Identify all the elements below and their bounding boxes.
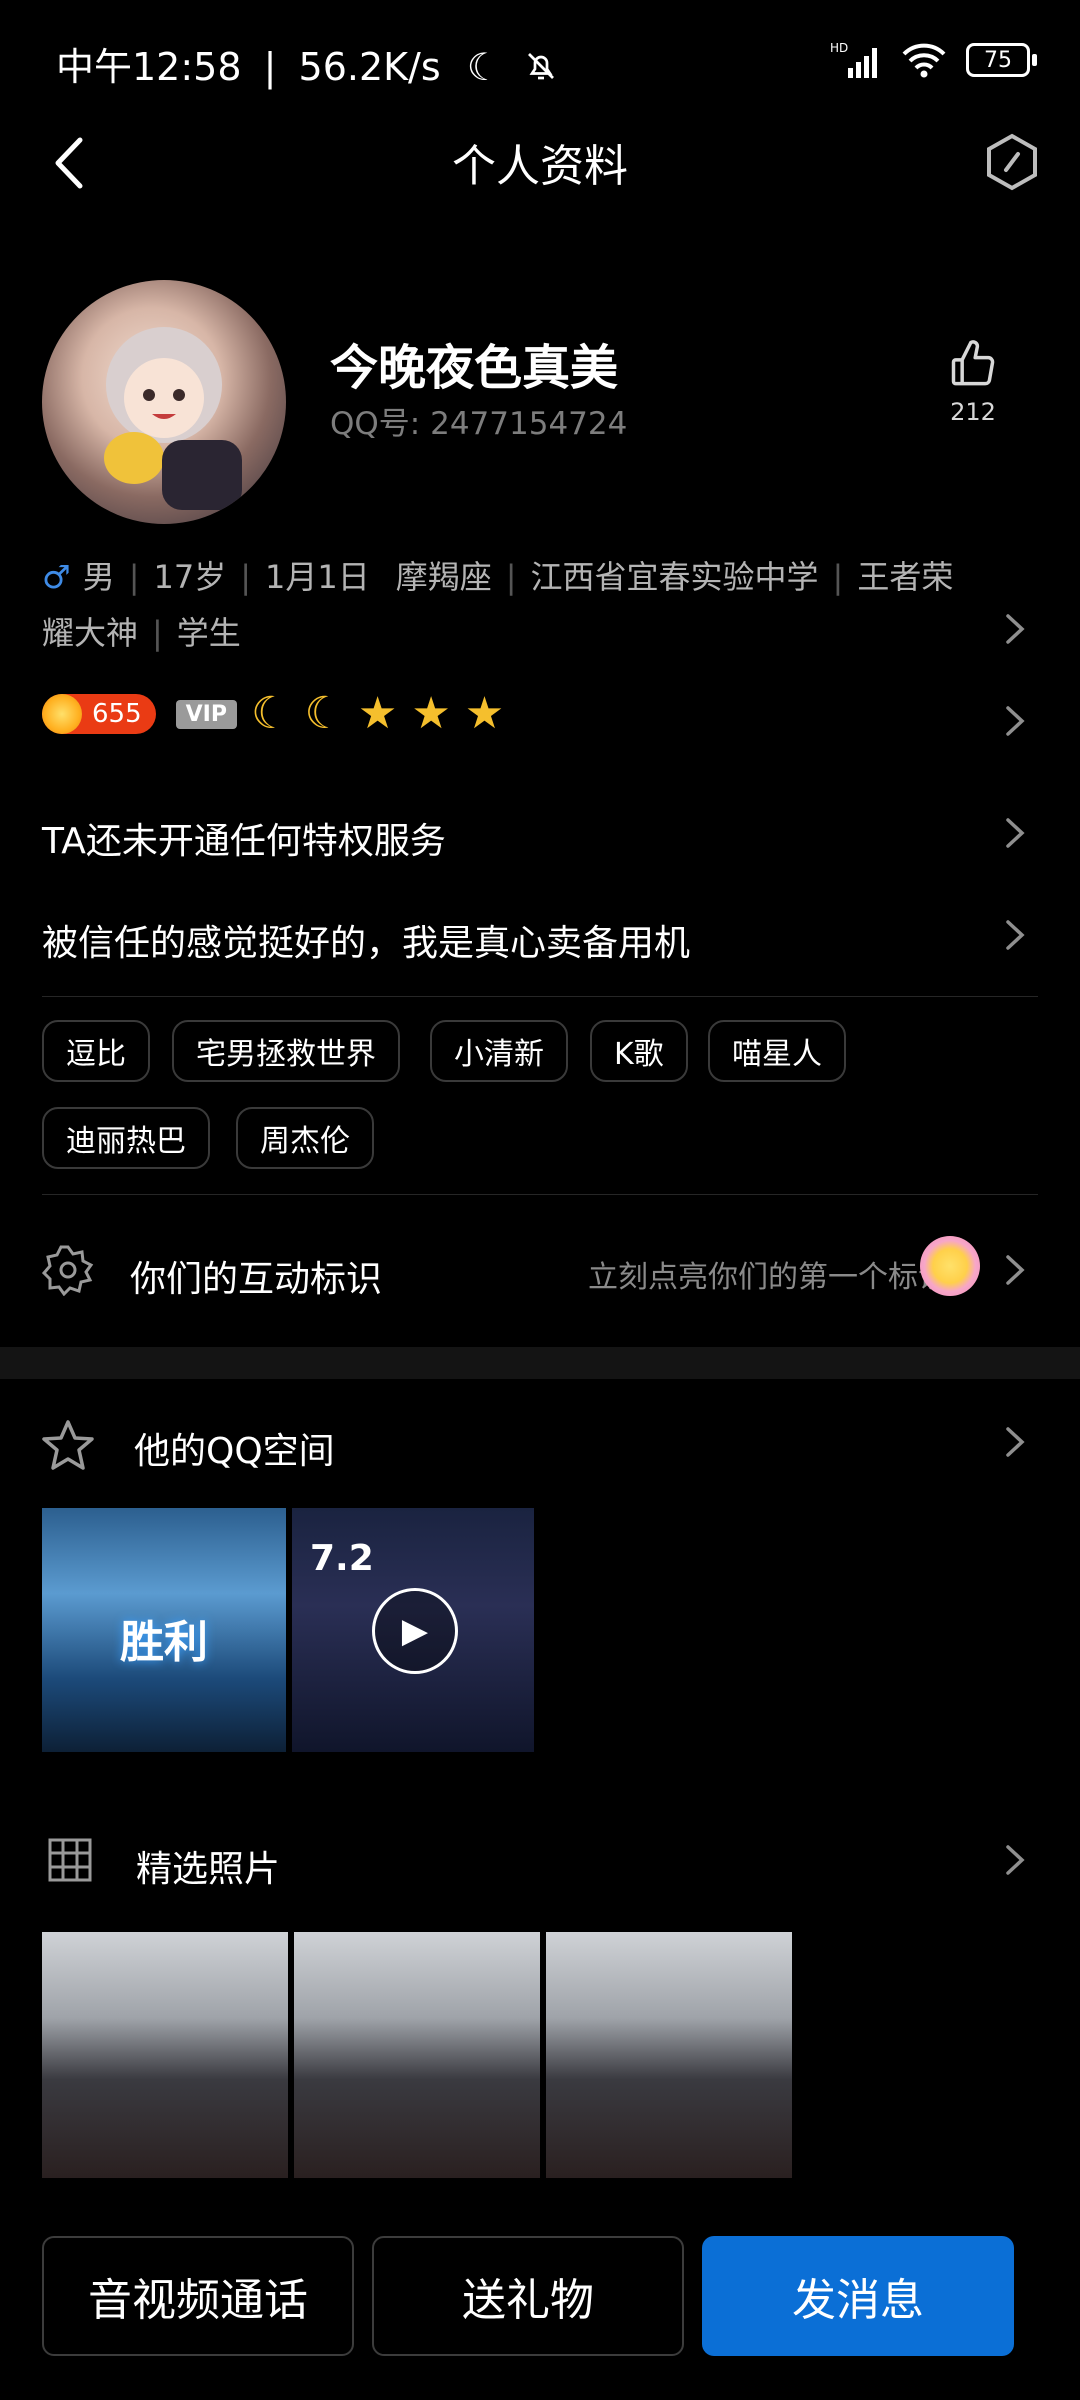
featured-photo[interactable] [546,1932,792,2178]
like-count: 212 [950,398,996,426]
featured-photo[interactable] [294,1932,540,2178]
grid-icon [48,1838,92,1882]
avatar[interactable] [42,280,286,524]
status-right: HD 75 [830,40,1037,80]
moon-icon: ☾ [250,688,291,739]
sun-icon [42,694,82,734]
nickname: 今晚夜色真美 [330,340,619,396]
profile-info-line[interactable]: ♂ 男 | 17岁 | 1月1日 摩羯座 | 江西省宜春实验中学 | 王者荣 [42,552,953,598]
level-badges-row[interactable]: 655 VIP ☾ ☾ ★ ★ ★ [42,692,504,736]
featured-photo[interactable] [42,1932,288,2178]
divider [42,996,1038,997]
interest-tag[interactable]: 周杰伦 [236,1107,374,1169]
interaction-hint[interactable]: 立刻点亮你们的第一个标识 [588,1252,948,1296]
bell-off-icon [527,53,554,80]
interest-tag[interactable]: 小清新 [430,1020,568,1082]
svg-text:HD: HD [830,41,848,55]
privilege-row[interactable]: TA还未开通任何特权服务 [42,812,446,864]
school: 江西省宜春实验中学 [530,558,819,596]
qzone-title: 他的QQ空间 [134,1431,335,1472]
interaction-title: 你们的互动标识 [130,1259,383,1300]
photos-title: 精选照片 [136,1849,281,1890]
interest-tag[interactable]: 喵星人 [708,1020,846,1082]
interest-tag[interactable]: K歌 [590,1020,688,1082]
signature-row[interactable]: 被信任的感觉挺好的，我是真心卖备用机 [42,914,690,966]
hexagon-settings-icon [987,133,1037,191]
male-icon: ♂ [42,558,71,596]
sun-level-value: 655 [92,699,142,729]
interest-tag[interactable]: 宅男拯救世界 [172,1020,400,1082]
wifi-icon [902,43,946,78]
battery-level: 75 [984,47,1012,73]
send-gift-button[interactable]: 送礼物 [372,2236,684,2356]
zodiac: 摩羯座 [395,558,492,596]
qzone-video-thumbnail[interactable]: 7.2 ▶ [292,1508,534,1752]
chevron-right-icon[interactable] [1002,816,1028,850]
avatar-illustration [104,327,242,510]
profile-info-line2[interactable]: 耀大神 | 学生 [42,608,241,654]
title-part2: 耀大神 [42,614,139,652]
chevron-right-icon[interactable] [1002,612,1028,646]
video-call-button[interactable]: 音视频通话 [42,2236,354,2356]
star-icon: ★ [357,688,398,739]
status-bar: 中午12:58 | 56.2K/s ☾ HD 75 [0,0,1080,120]
moon-icon: ☾ [304,688,344,739]
gender: 男 [82,558,115,596]
chevron-right-icon[interactable] [1002,1425,1028,1459]
vip-badge: VIP [175,699,237,729]
birthday: 1月1日 [265,558,370,596]
settings-button[interactable] [980,130,1044,194]
status-time: 中午12:58 [56,45,242,89]
qzone-star-icon [42,1420,94,1470]
interest-tag[interactable]: 逗比 [42,1020,150,1082]
like-button[interactable]: 212 [928,336,1018,426]
star-icon: ★ [411,688,451,739]
chevron-right-icon[interactable] [1002,1253,1028,1287]
status-left: 中午12:58 | 56.2K/s ☾ [56,36,559,91]
thumbnail-label: 7.2 [310,1538,374,1579]
signal-icon: HD [830,41,877,78]
battery-indicator: 75 [966,43,1037,77]
thumbs-up-icon [951,340,995,386]
chevron-right-icon[interactable] [1002,918,1028,952]
sun-level-badge: 655 [42,694,156,734]
qzone-thumbnail[interactable]: 胜利 [42,1508,286,1752]
send-message-button[interactable]: 发消息 [702,2236,1014,2356]
flower-badge-icon [920,1236,980,1296]
play-icon[interactable]: ▶ [372,1588,458,1674]
divider [42,1194,1038,1195]
age: 17岁 [153,558,227,596]
title-part1: 王者荣 [857,558,954,596]
chevron-right-icon[interactable] [1002,1843,1028,1877]
star-icon: ★ [464,688,505,739]
status-network-speed: 56.2K/s [298,45,441,89]
status-separator: | [263,45,277,89]
gear-badge-icon [42,1245,94,1296]
moon-icon: ☾ [466,45,501,89]
page-title: 个人资料 [452,141,628,192]
interest-tag[interactable]: 迪丽热巴 [42,1107,210,1169]
section-gap [0,1347,1080,1379]
chevron-right-icon[interactable] [1002,704,1028,738]
thumbnail-victory-text: 胜利 [120,1617,208,1668]
occupation: 学生 [176,614,241,652]
qq-number: QQ号: 2477154724 [330,406,628,442]
